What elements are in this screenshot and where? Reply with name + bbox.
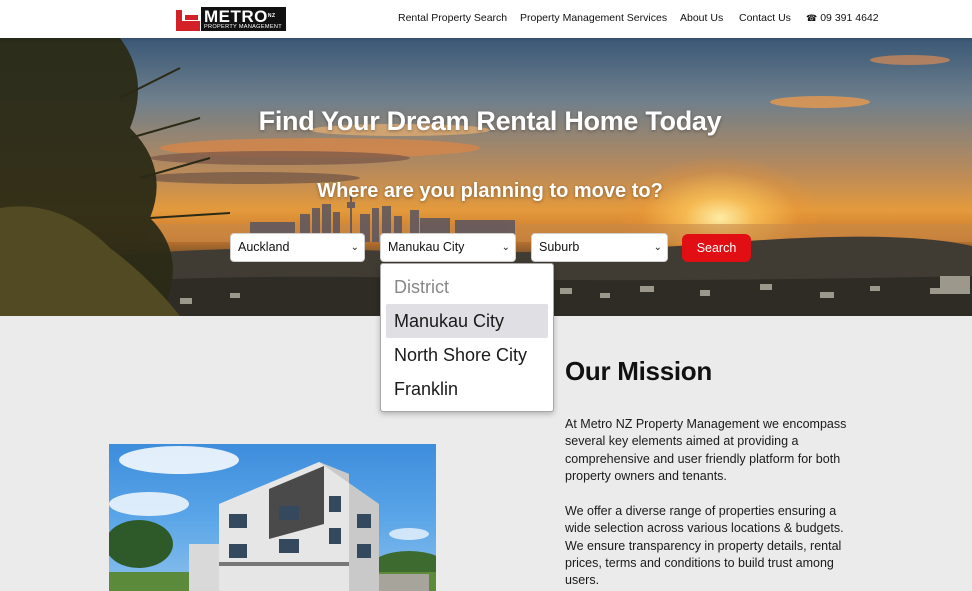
site-header: METRONZ PROPERTY MANAGEMENT Rental Prope… xyxy=(0,0,972,38)
suburb-select-value: Suburb xyxy=(539,240,580,254)
phone-icon: ☎ xyxy=(806,13,818,23)
region-select-value: Auckland xyxy=(238,240,290,254)
phone-number: 09 391 4642 xyxy=(820,12,879,24)
district-option-north-shore-city[interactable]: North Shore City xyxy=(386,338,548,372)
nav-phone[interactable]: ☎ 09 391 4642 xyxy=(806,12,879,24)
nav-contact-us[interactable]: Contact Us xyxy=(739,12,791,24)
suburb-select[interactable]: Suburb ⌄ xyxy=(531,233,668,262)
chevron-down-icon: ⌄ xyxy=(653,242,662,253)
logo-subtitle: PROPERTY MANAGEMENT xyxy=(204,23,282,30)
logo-wordmark: METRONZ PROPERTY MANAGEMENT xyxy=(201,7,286,31)
nav-about-us[interactable]: About Us xyxy=(680,12,723,24)
logo-mark-icon xyxy=(176,7,200,31)
mission-paragraph-2: We offer a diverse range of properties e… xyxy=(565,504,844,588)
hero-subtitle: Where are you planning to move to? xyxy=(317,180,663,202)
nav-rental-property-search[interactable]: Rental Property Search xyxy=(398,12,507,24)
chevron-down-icon: ⌄ xyxy=(501,242,510,253)
district-option-franklin[interactable]: Franklin xyxy=(386,372,548,406)
district-dropdown-list: District Manukau City North Shore City F… xyxy=(380,263,554,412)
district-option-manukau-city[interactable]: Manukau City xyxy=(386,304,548,338)
apartment-building-image xyxy=(109,446,436,591)
district-select-value: Manukau City xyxy=(388,240,465,254)
mission-title: Our Mission xyxy=(565,356,712,386)
region-select[interactable]: Auckland ⌄ xyxy=(230,233,365,262)
mission-paragraph-1: At Metro NZ Property Management we encom… xyxy=(565,417,847,483)
district-option-placeholder: District xyxy=(394,277,449,297)
property-photo xyxy=(109,444,436,591)
chevron-down-icon: ⌄ xyxy=(350,242,359,253)
metro-logo[interactable]: METRONZ PROPERTY MANAGEMENT xyxy=(176,6,286,32)
district-select[interactable]: Manukau City ⌄ xyxy=(380,233,516,262)
hero-title: Find Your Dream Rental Home Today xyxy=(258,106,722,136)
search-button[interactable]: Search xyxy=(682,234,751,262)
nav-property-management-services[interactable]: Property Management Services xyxy=(520,12,667,24)
logo-nz: NZ xyxy=(267,12,276,19)
